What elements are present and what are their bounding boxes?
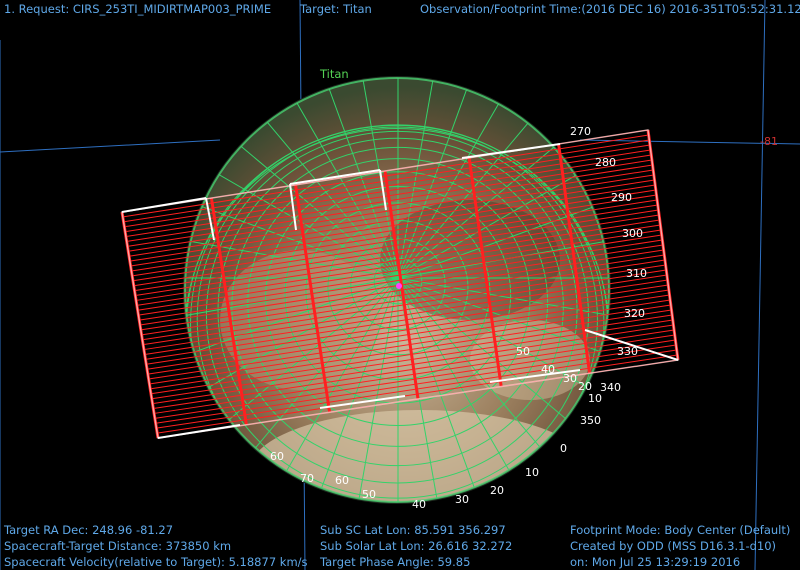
- longitude-label: 60: [335, 474, 349, 487]
- latitude-label: 50: [516, 345, 530, 358]
- phase-angle: Target Phase Angle: 59.85: [320, 555, 471, 569]
- observation-time: Observation/Footprint Time:(2016 DEC 16)…: [420, 2, 800, 16]
- longitude-label: 0: [560, 442, 567, 455]
- observation-viewer: 270 280 290 300 310 320 330 340 350 0 10 20 30 40 50 60…: [0, 0, 800, 570]
- longitude-label: 330: [617, 345, 638, 358]
- longitude-label: 350: [580, 414, 601, 427]
- longitude-label: 310: [626, 267, 647, 280]
- longitude-label: 270: [570, 125, 591, 138]
- titan-footprint-plot: 2702802903003103203303403500102030405060…: [0, 0, 800, 570]
- target-label: Target: Titan: [300, 2, 372, 16]
- longitude-label: 40: [412, 498, 426, 511]
- longitude-label: 340: [600, 381, 621, 394]
- longitude-label: 50: [362, 488, 376, 501]
- sky-grid-line: [0, 139, 221, 153]
- longitude-label: 300: [622, 227, 643, 240]
- spacecraft-distance: Spacecraft-Target Distance: 373850 km: [4, 539, 232, 553]
- sub-spacecraft-marker: [396, 283, 402, 289]
- creation-date: on: Mon Jul 25 13:29:19 2016: [570, 555, 741, 569]
- body-label: Titan: [319, 67, 349, 81]
- longitude-label: 30: [455, 493, 469, 506]
- longitude-label: 10: [525, 466, 539, 479]
- created-by: Created by ODD (MSS D16.3.1-d10): [570, 539, 777, 553]
- longitude-label: 70: [300, 472, 314, 485]
- latitude-label: 10: [588, 392, 602, 405]
- longitude-label: 320: [624, 307, 645, 320]
- sub-solar-lat-lon: Sub Solar Lat Lon: 26.616 32.272: [320, 539, 513, 553]
- ra-dec: Target RA Dec: 248.96 -81.27: [4, 523, 174, 537]
- longitude-label: 20: [490, 484, 504, 497]
- sky-grid-label: -81: [760, 135, 778, 148]
- spacecraft-velocity: Spacecraft Velocity(relative to Target):…: [4, 555, 308, 569]
- latitude-label: 40: [541, 363, 555, 376]
- latitude-label: 20: [578, 380, 592, 393]
- latitude-label: 30: [563, 372, 577, 385]
- longitude-label: 280: [595, 156, 616, 169]
- sky-grid-line: [754, 0, 766, 570]
- footprint-mode: Footprint Mode: Body Center (Default): [570, 523, 791, 537]
- longitude-label: 60: [270, 450, 284, 463]
- sub-sc-lat-lon: Sub SC Lat Lon: 85.591 356.297: [320, 523, 506, 537]
- request-label: 1. Request: CIRS_253TI_MIDIRTMAP003_PRIM…: [4, 2, 272, 16]
- longitude-label: 290: [611, 191, 632, 204]
